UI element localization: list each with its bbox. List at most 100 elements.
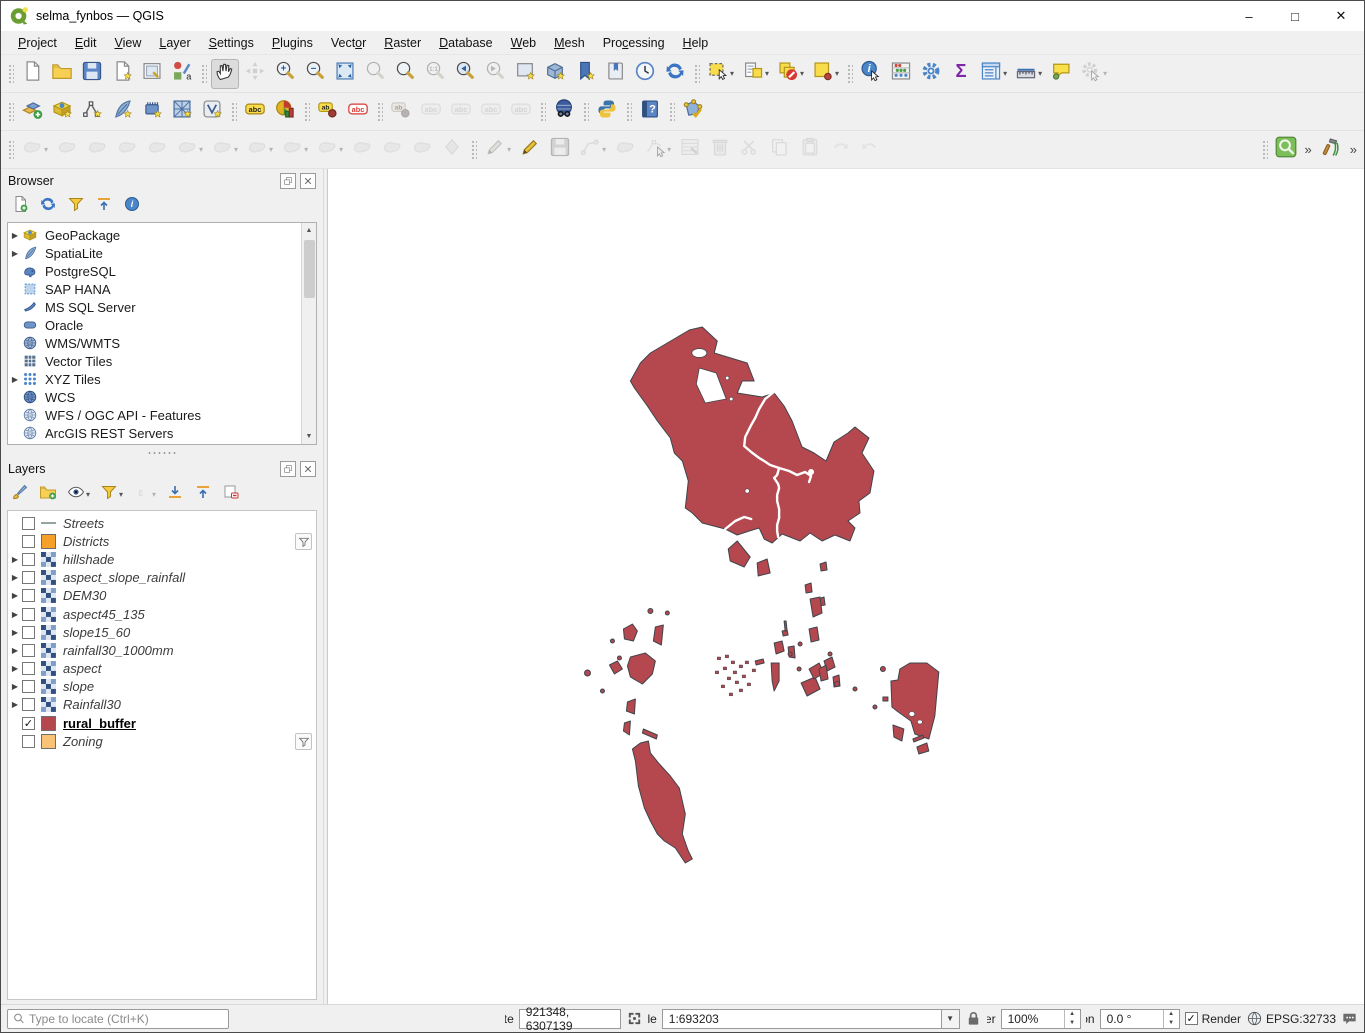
map-canvas[interactable] xyxy=(327,169,1364,1004)
dropdown-arrow-icon[interactable]: ▾ xyxy=(199,145,203,154)
browser-float-button[interactable] xyxy=(280,173,296,189)
browser-item-geopackage[interactable]: ▶GeoPackage xyxy=(8,226,301,244)
toolbar-grip[interactable] xyxy=(200,63,207,85)
minimize-button[interactable]: – xyxy=(1226,1,1272,31)
manage-map-themes-button[interactable]: ▾ xyxy=(64,482,93,506)
dropdown-arrow-icon[interactable]: ▾ xyxy=(765,69,769,78)
dropdown-arrow-icon[interactable]: ▾ xyxy=(667,145,671,154)
browser-close-button[interactable] xyxy=(300,173,316,189)
browser-item-spatialite[interactable]: ▶SpatiaLite xyxy=(8,244,301,262)
lock-scale-icon[interactable] xyxy=(965,1010,982,1027)
expand-arrow-icon[interactable]: ▶ xyxy=(8,628,22,637)
browser-item-postgresql[interactable]: PostgreSQL xyxy=(8,262,301,280)
browser-scrollbar[interactable]: ▲ ▼ xyxy=(301,223,316,444)
new-mesh-layer-button[interactable] xyxy=(168,97,196,127)
locator-search[interactable] xyxy=(7,1009,229,1029)
toolbar-grip[interactable] xyxy=(7,101,14,123)
zoom-last-button[interactable] xyxy=(451,59,479,89)
extents-icon[interactable] xyxy=(626,1010,643,1027)
layer-visibility-checkbox[interactable] xyxy=(22,662,35,675)
toolbar-grip[interactable] xyxy=(1261,139,1268,161)
new-temporary-scratch-layer-button[interactable] xyxy=(138,97,166,127)
expand-arrow-icon[interactable]: ▶ xyxy=(8,646,22,655)
serval-tools-button[interactable] xyxy=(1317,135,1345,165)
expand-arrow-icon[interactable]: ▶ xyxy=(8,591,22,600)
expand-arrow-icon[interactable]: ▶ xyxy=(8,231,22,240)
crs-status[interactable]: EPSG:32733 xyxy=(1246,1010,1336,1027)
magnifier-spinner[interactable]: 100% ▲▼ xyxy=(1001,1009,1081,1029)
new-shapefile-layer-button[interactable] xyxy=(78,97,106,127)
layers-float-button[interactable] xyxy=(280,461,296,477)
layer-visibility-checkbox[interactable] xyxy=(22,589,35,602)
layer-item-rainfall30[interactable]: ▶Rainfall30 xyxy=(8,696,316,714)
expand-arrow-icon[interactable]: ▶ xyxy=(8,682,22,691)
expand-arrow-icon[interactable]: ▶ xyxy=(8,555,22,564)
layer-filter-indicator-icon[interactable] xyxy=(295,733,312,750)
menu-raster[interactable]: Raster xyxy=(375,33,430,53)
layer-visibility-checkbox[interactable] xyxy=(22,626,35,639)
browser-item-vector-tiles[interactable]: Vector Tiles xyxy=(8,352,301,370)
layer-visibility-checkbox[interactable] xyxy=(22,735,35,748)
open-layer-styling-dock-button[interactable] xyxy=(8,482,32,506)
layer-item-zoning[interactable]: Zoning xyxy=(8,732,316,750)
toolbar-grip[interactable] xyxy=(846,63,853,85)
dropdown-arrow-icon[interactable]: ▾ xyxy=(835,69,839,78)
layer-filter-indicator-icon[interactable] xyxy=(295,533,312,550)
toolbar-grip[interactable] xyxy=(668,101,675,123)
menu-processing[interactable]: Processing xyxy=(594,33,674,53)
scroll-down-icon[interactable]: ▼ xyxy=(302,429,317,444)
menu-settings[interactable]: Settings xyxy=(200,33,263,53)
zoom-out-button[interactable]: − xyxy=(301,59,329,89)
open-project-button[interactable] xyxy=(48,59,76,89)
locator-input[interactable] xyxy=(29,1012,223,1026)
dropdown-arrow-icon[interactable]: ▾ xyxy=(86,490,90,499)
layer-item-hillshade[interactable]: ▶hillshade xyxy=(8,550,316,568)
browser-item-arcgis-rest-servers[interactable]: ArcGIS REST Servers xyxy=(8,424,301,442)
pan-map-button[interactable] xyxy=(211,59,239,89)
menu-plugins[interactable]: Plugins xyxy=(263,33,322,53)
menu-database[interactable]: Database xyxy=(430,33,502,53)
select-by-location-button[interactable]: ▾ xyxy=(809,59,842,89)
menu-view[interactable]: View xyxy=(105,33,150,53)
new-gpx-layer-button[interactable] xyxy=(198,97,226,127)
toolbar-extension-1-button[interactable]: » xyxy=(1301,142,1316,157)
layer-item-slope[interactable]: ▶slope xyxy=(8,678,316,696)
menu-vector[interactable]: Vector xyxy=(322,33,375,53)
expand-all-layers-button[interactable] xyxy=(163,482,187,506)
layer-item-aspect-slope-rainfall[interactable]: ▶aspect_slope_rainfall xyxy=(8,569,316,587)
new-map-view-button[interactable] xyxy=(511,59,539,89)
toolbar-grip[interactable] xyxy=(539,101,546,123)
new-geopackage-layer-button[interactable] xyxy=(48,97,76,127)
zoom-to-layer-button[interactable] xyxy=(391,59,419,89)
menu-help[interactable]: Help xyxy=(674,33,718,53)
menu-layer[interactable]: Layer xyxy=(150,33,199,53)
refresh-map-button[interactable] xyxy=(661,59,689,89)
dropdown-arrow-icon[interactable]: ▾ xyxy=(507,145,511,154)
layer-item-aspect[interactable]: ▶aspect xyxy=(8,660,316,678)
layer-item-rural-buffer[interactable]: ✓rural_buffer xyxy=(8,714,316,732)
browser-item-ms-sql-server[interactable]: MS SQL Server xyxy=(8,298,301,316)
toolbar-grip[interactable] xyxy=(376,101,383,123)
layer-item-slope15-60[interactable]: ▶slope15_60 xyxy=(8,623,316,641)
layer-item-streets[interactable]: Streets xyxy=(8,514,316,532)
layer-item-rainfall30-1000mm[interactable]: ▶rainfall30_1000mm xyxy=(8,641,316,659)
dropdown-arrow-icon[interactable]: ▾ xyxy=(730,69,734,78)
new-spatial-bookmark-button[interactable] xyxy=(571,59,599,89)
remove-layer-group-button[interactable] xyxy=(219,482,243,506)
browser-item-oracle[interactable]: Oracle xyxy=(8,316,301,334)
select-features-by-value-button[interactable]: ▾ xyxy=(739,59,772,89)
layer-labeling-options-button[interactable]: abc xyxy=(241,97,269,127)
scroll-up-icon[interactable]: ▲ xyxy=(302,223,317,238)
zoom-full-button[interactable] xyxy=(331,59,359,89)
show-layout-manager-button[interactable] xyxy=(138,59,166,89)
dropdown-arrow-icon[interactable]: ▾ xyxy=(44,145,48,154)
identify-features-button[interactable]: i xyxy=(857,59,885,89)
expand-arrow-icon[interactable]: ▶ xyxy=(8,573,22,582)
layer-visibility-checkbox[interactable]: ✓ xyxy=(22,717,35,730)
add-selected-layers-button[interactable] xyxy=(8,194,32,218)
processing-toolbox-button[interactable] xyxy=(917,59,945,89)
new-project-button[interactable] xyxy=(18,59,46,89)
toolbar-grip[interactable] xyxy=(693,63,700,85)
rotation-spinner[interactable]: 0.0 ° ▲▼ xyxy=(1100,1009,1180,1029)
panel-splitter[interactable] xyxy=(1,449,323,457)
